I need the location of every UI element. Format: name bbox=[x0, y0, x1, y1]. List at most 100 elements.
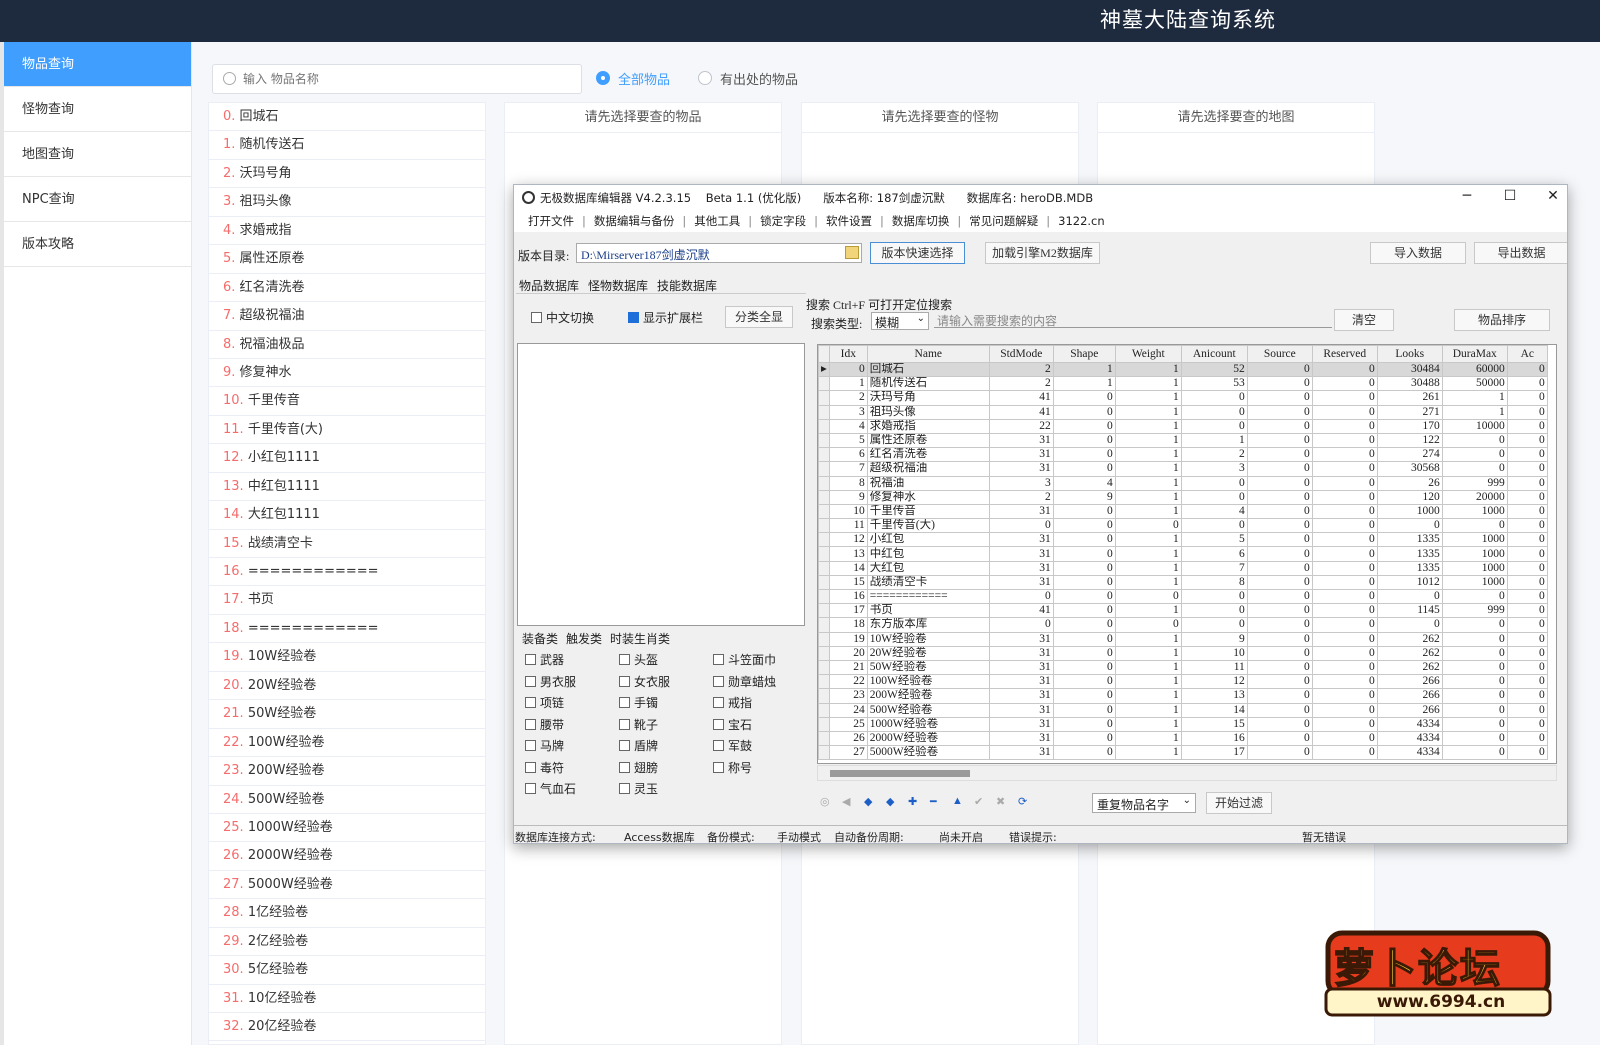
table-cell[interactable]: 262 bbox=[1376, 659, 1443, 676]
table-cell[interactable]: 祖玛头像 bbox=[866, 404, 990, 420]
table-cell[interactable]: 0 bbox=[1246, 390, 1313, 406]
table-cell[interactable]: 0 bbox=[1506, 390, 1548, 406]
table-cell[interactable]: 1012 bbox=[1376, 574, 1443, 591]
row-indicator[interactable] bbox=[818, 518, 830, 534]
horizontal-scrollbar[interactable] bbox=[817, 765, 1557, 781]
table-cell[interactable]: 0 bbox=[1180, 617, 1248, 633]
column-header[interactable]: Looks bbox=[1376, 345, 1443, 363]
table-cell[interactable]: 7 bbox=[1180, 560, 1248, 576]
table-cell[interactable]: 266 bbox=[1376, 674, 1443, 690]
table-cell[interactable]: 9 bbox=[828, 489, 868, 505]
table-cell[interactable]: 大红包 bbox=[866, 560, 990, 576]
table-cell[interactable]: 0 bbox=[1246, 546, 1313, 562]
table-cell[interactable]: 19 bbox=[828, 631, 868, 647]
row-indicator[interactable] bbox=[818, 645, 830, 661]
table-cell[interactable]: 东方版本库 bbox=[866, 617, 990, 633]
table-cell[interactable]: 0 bbox=[1114, 617, 1182, 633]
table-cell[interactable]: 0 bbox=[1052, 745, 1116, 761]
table-cell[interactable]: 2 bbox=[988, 489, 1054, 505]
cancel-record-icon[interactable]: ✖ bbox=[996, 795, 1005, 808]
start-filter-button[interactable]: 开始过滤 bbox=[1206, 792, 1272, 814]
table-row[interactable]: 20 20W经验卷 31 0 1 10 0 0 262 0 0 bbox=[818, 645, 1548, 661]
table-cell[interactable]: 0 bbox=[1441, 518, 1508, 534]
row-indicator[interactable]: ▸ bbox=[818, 361, 830, 378]
table-cell[interactable]: 0 bbox=[1506, 603, 1548, 619]
table-cell[interactable]: 11 bbox=[1180, 659, 1248, 676]
list-item[interactable]: 30. 5亿经验卷 bbox=[209, 956, 485, 985]
table-cell[interactable]: 0 bbox=[1311, 716, 1378, 732]
table-cell[interactable]: 1000W经验卷 bbox=[866, 716, 990, 732]
table-row[interactable]: 4 求婚戒指 22 0 1 0 0 0 170 10000 0 bbox=[818, 418, 1548, 434]
table-cell[interactable]: 0 bbox=[1311, 546, 1378, 562]
table-cell[interactable]: 1 bbox=[1114, 560, 1182, 576]
table-cell[interactable]: 0 bbox=[1311, 361, 1378, 378]
close-icon[interactable]: ✕ bbox=[1540, 188, 1566, 204]
table-cell[interactable]: 红名清洗卷 bbox=[866, 447, 990, 463]
search-input[interactable] bbox=[243, 69, 573, 89]
table-cell[interactable]: 0 bbox=[1052, 503, 1116, 520]
maximize-icon[interactable]: ☐ bbox=[1497, 188, 1523, 204]
sidebar-item-guide[interactable]: 版本攻略 bbox=[4, 222, 191, 267]
table-cell[interactable]: 2 bbox=[828, 390, 868, 406]
table-cell[interactable]: 271 bbox=[1376, 404, 1443, 420]
table-cell[interactable]: 31 bbox=[988, 631, 1054, 647]
table-cell[interactable]: 13 bbox=[828, 546, 868, 562]
table-row[interactable]: 24 500W经验卷 31 0 1 14 0 0 266 0 0 bbox=[818, 702, 1548, 718]
table-cell[interactable]: 31 bbox=[988, 461, 1054, 477]
table-cell[interactable]: 0 bbox=[1180, 603, 1248, 619]
row-indicator[interactable] bbox=[818, 390, 830, 406]
sidebar-item-items[interactable]: 物品查询 bbox=[4, 42, 191, 87]
list-item[interactable]: 23. 200W经验卷 bbox=[209, 757, 485, 786]
table-cell[interactable]: 0 bbox=[1311, 418, 1378, 434]
table-cell[interactable]: 0 bbox=[1052, 674, 1116, 690]
table-cell[interactable]: 随机传送石 bbox=[866, 376, 990, 392]
table-cell[interactable]: 2000W经验卷 bbox=[866, 730, 990, 747]
table-row[interactable]: 21 50W经验卷 31 0 1 11 0 0 262 0 0 bbox=[818, 659, 1548, 676]
table-cell[interactable]: 0 bbox=[1506, 489, 1548, 505]
table-cell[interactable]: 0 bbox=[1311, 603, 1378, 619]
table-cell[interactable]: 0 bbox=[1506, 702, 1548, 718]
category-checkbox[interactable]: 毒符 bbox=[525, 759, 564, 776]
table-cell[interactable]: 31 bbox=[988, 688, 1054, 704]
list-item[interactable]: 31. 10亿经验卷 bbox=[209, 985, 485, 1013]
sidebar-item-maps[interactable]: 地图查询 bbox=[4, 132, 191, 177]
table-cell[interactable]: 1000 bbox=[1441, 574, 1508, 591]
table-cell[interactable]: 0 bbox=[1311, 745, 1378, 761]
table-cell[interactable]: 10 bbox=[828, 503, 868, 520]
chinese-toggle[interactable]: 中文切换 bbox=[531, 309, 594, 326]
table-cell[interactable]: 4334 bbox=[1376, 745, 1443, 761]
table-cell[interactable]: 1000 bbox=[1441, 532, 1508, 548]
folder-icon[interactable] bbox=[845, 246, 859, 259]
category-checkbox[interactable]: 靴子 bbox=[619, 716, 658, 733]
scrollbar-thumb[interactable] bbox=[830, 770, 970, 777]
show-all-button[interactable]: 分类全显 bbox=[725, 306, 793, 328]
table-row[interactable]: 5 属性还原卷 31 0 1 1 0 0 122 0 0 bbox=[818, 432, 1548, 449]
table-cell[interactable]: 1 bbox=[1114, 631, 1182, 647]
last-record-icon[interactable]: ◆ bbox=[886, 795, 894, 808]
table-cell[interactable]: 0 bbox=[1506, 546, 1548, 562]
list-item[interactable]: 10. 千里传音 bbox=[209, 387, 485, 416]
table-cell[interactable]: 0 bbox=[1246, 702, 1313, 718]
table-cell[interactable]: 0 bbox=[1441, 674, 1508, 690]
table-cell[interactable]: 100W经验卷 bbox=[866, 674, 990, 690]
table-cell[interactable]: 0 bbox=[1506, 447, 1548, 463]
category-checkbox[interactable]: 手镯 bbox=[619, 694, 658, 711]
table-cell[interactable]: 1000 bbox=[1441, 560, 1508, 576]
column-header[interactable]: Source bbox=[1246, 345, 1313, 363]
table-cell[interactable]: 1 bbox=[1114, 745, 1182, 761]
table-cell[interactable]: 4334 bbox=[1376, 716, 1443, 732]
table-cell[interactable]: 0 bbox=[1052, 730, 1116, 747]
table-cell[interactable]: 0 bbox=[1114, 518, 1182, 534]
table-cell[interactable]: 0 bbox=[988, 518, 1054, 534]
table-cell[interactable]: 200W经验卷 bbox=[866, 688, 990, 704]
table-cell[interactable]: 0 bbox=[1052, 631, 1116, 647]
category-checkbox[interactable]: 武器 bbox=[525, 651, 564, 668]
table-cell[interactable]: 5 bbox=[1180, 532, 1248, 548]
table-cell[interactable]: 0 bbox=[1311, 489, 1378, 505]
table-row[interactable]: 10 千里传音 31 0 1 4 0 0 1000 1000 0 bbox=[818, 503, 1548, 520]
table-cell[interactable]: 0 bbox=[1506, 645, 1548, 661]
row-indicator[interactable] bbox=[818, 432, 830, 449]
table-row[interactable]: 26 2000W经验卷 31 0 1 16 0 0 4334 0 0 bbox=[818, 730, 1548, 747]
list-item[interactable]: 4. 求婚戒指 bbox=[209, 217, 485, 246]
table-cell[interactable]: 24 bbox=[828, 702, 868, 718]
